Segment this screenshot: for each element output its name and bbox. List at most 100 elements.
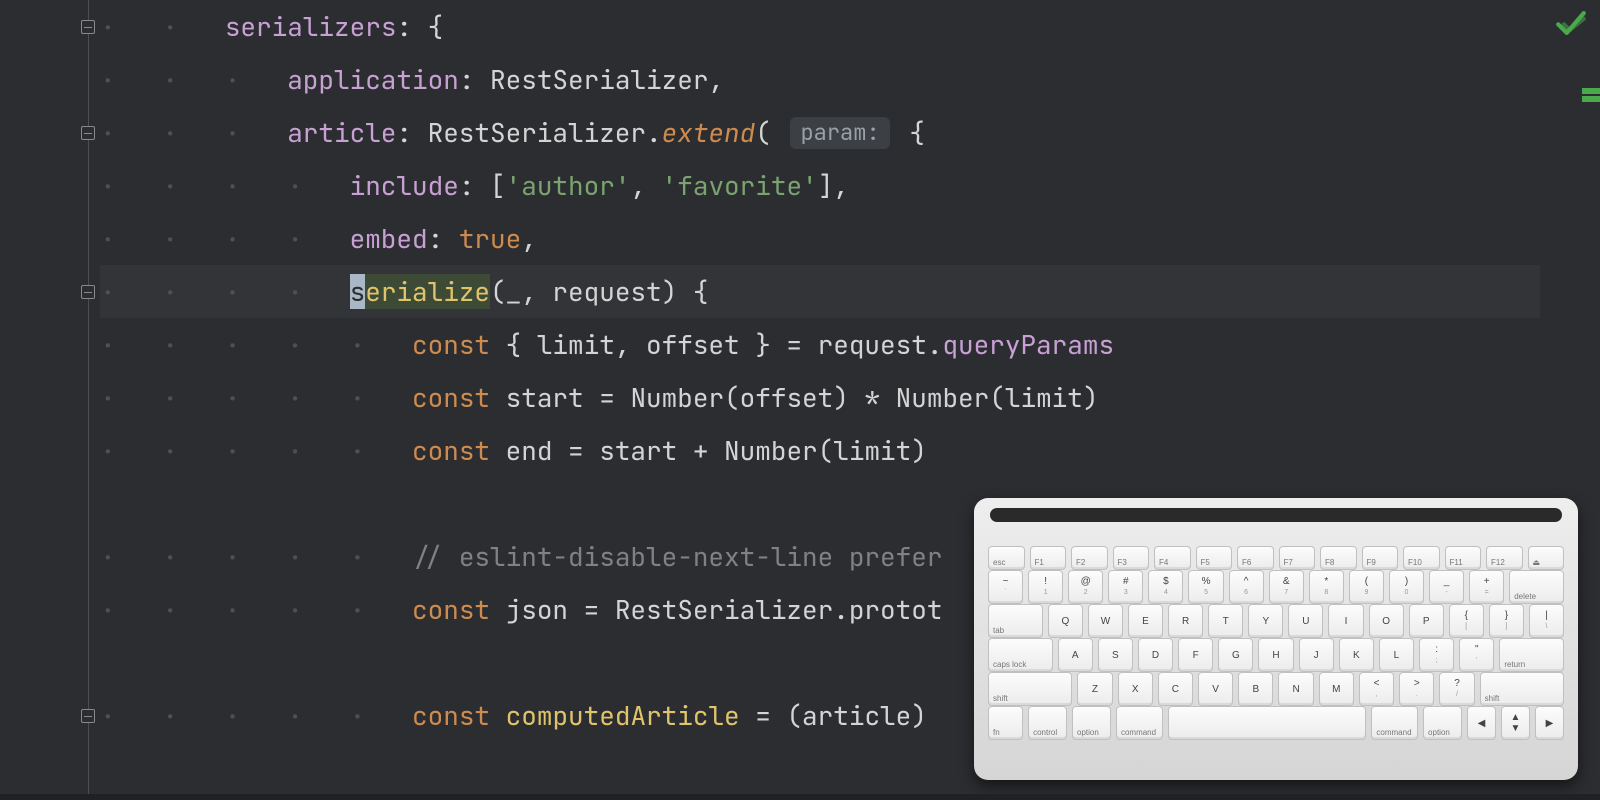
keyboard-key: option [1072, 706, 1111, 740]
indent-guide: · · · · · [100, 380, 412, 415]
keyboard-key: F9 [1362, 546, 1399, 570]
keyboard-key: option [1423, 706, 1462, 740]
keyboard-key: @2 [1068, 570, 1103, 604]
token: serializers [225, 9, 397, 44]
keyboard-key: I [1328, 604, 1363, 638]
keyboard-key: }] [1489, 604, 1524, 638]
token: = (article) [740, 698, 927, 733]
keyboard-key: ◀ [1467, 706, 1496, 740]
token: (limit) [818, 433, 927, 468]
keyboard-key: delete [1509, 570, 1564, 604]
token: end = start + [490, 433, 724, 468]
keyboard-key: ?/ [1439, 672, 1474, 706]
keyboard-key [1168, 706, 1367, 740]
token: (offset) * [724, 380, 896, 415]
keyboard-key: R [1168, 604, 1203, 638]
token: (limit) [989, 380, 1098, 415]
keyboard-row: shiftZXCVBNM<,>.?/shift [988, 672, 1564, 706]
code-line[interactable]: · · · · serialize(_, request) { [100, 265, 1540, 318]
code-line[interactable]: · · · · · const start = Number(offset) *… [100, 371, 1540, 424]
token: , [521, 221, 537, 256]
indent-guide: · · · · [100, 168, 350, 203]
keyboard-key: )0 [1389, 570, 1424, 604]
keyboard-key: >. [1399, 672, 1434, 706]
keyboard-row: ~`!1@2#3$4%5^6&7*8(9)0_-+=delete [988, 570, 1564, 604]
keyboard-key: A [1058, 638, 1093, 672]
keyboard-key: ^6 [1229, 570, 1264, 604]
keyboard-key: command [1371, 706, 1418, 740]
indent-guide: · · · [100, 62, 287, 97]
minimap-highlight[interactable] [1582, 88, 1600, 94]
keyboard-key: += [1469, 570, 1504, 604]
code-editor[interactable]: { "ide": { "theme": "dark", "inspection_… [0, 0, 1600, 800]
keyboard-key: ▲▼ [1501, 706, 1530, 740]
keyboard-row: caps lockASDFGHJKL:;"'return [988, 638, 1564, 672]
keyboard-key: G [1218, 638, 1253, 672]
token: embed [350, 221, 428, 256]
keyboard-key: caps lock [988, 638, 1053, 672]
token: true [459, 221, 521, 256]
token: . [646, 115, 662, 150]
minimap-highlight[interactable] [1582, 96, 1600, 102]
code-line[interactable]: · · · · include: ['author', 'favorite'], [100, 159, 1540, 212]
keyboard-key: ⏏ [1528, 546, 1565, 570]
token: queryParams [942, 327, 1114, 362]
fold-handle[interactable] [81, 126, 95, 140]
keyboard-key: F12 [1486, 546, 1523, 570]
indent-guide: · · · · [100, 221, 350, 256]
keyboard-key: "' [1459, 638, 1494, 672]
keyboard-key: shift [988, 672, 1072, 706]
keyboard-key: ▶ [1535, 706, 1564, 740]
keyboard-key: B [1238, 672, 1273, 706]
keyboard-key: :; [1419, 638, 1454, 672]
keyboard-key: F3 [1113, 546, 1150, 570]
token: Number [630, 380, 724, 415]
token: , [708, 62, 724, 97]
inline-parameter-hint: param: [790, 117, 889, 149]
indent-guide: · · · · [100, 274, 350, 309]
token: { [894, 115, 925, 150]
token: // eslint-disable-next-line prefer [412, 539, 942, 574]
keyboard-key: %5 [1188, 570, 1223, 604]
token: application [287, 62, 459, 97]
code-line[interactable]: · · · article: RestSerializer.extend( pa… [100, 106, 1540, 159]
keyboard-key: N [1278, 672, 1313, 706]
code-line[interactable]: · · · application: RestSerializer, [100, 53, 1540, 106]
token: 'author' [506, 168, 631, 203]
keyboard-key: J [1299, 638, 1334, 672]
bottom-shadow [0, 794, 1600, 800]
code-line[interactable]: · · · · · const end = start + Number(lim… [100, 424, 1540, 477]
keyboard-key: K [1339, 638, 1374, 672]
keyboard-key: <, [1359, 672, 1394, 706]
keyboard-key: |\ [1529, 604, 1564, 638]
token: : { [396, 9, 443, 44]
fold-handle[interactable] [81, 285, 95, 299]
fold-handle[interactable] [81, 20, 95, 34]
keyboard-key: fn [988, 706, 1023, 740]
token: : [396, 115, 427, 150]
indent-guide: · · · · · [100, 592, 412, 627]
code-line[interactable]: · · serializers: { [100, 0, 1540, 53]
keyboard-key: *8 [1309, 570, 1344, 604]
keyboard-key: D [1138, 638, 1173, 672]
keyboard-key: E [1128, 604, 1163, 638]
keyboard-key: tab [988, 604, 1043, 638]
keyboard-key: F1 [1030, 546, 1067, 570]
indent-guide: · · · · · [100, 698, 412, 733]
fold-handle[interactable] [81, 709, 95, 723]
keyboard-key: F [1178, 638, 1213, 672]
keyboard-key: S [1098, 638, 1133, 672]
keyboard-key: U [1288, 604, 1323, 638]
caret-selection: s [350, 274, 366, 309]
token: (_, request) { [490, 274, 708, 309]
keyboard-key: C [1158, 672, 1193, 706]
token: Number [896, 380, 990, 415]
token: : [428, 221, 459, 256]
keyboard-key: M [1319, 672, 1354, 706]
indent-guide: · · · · · [100, 539, 412, 574]
keyboard-key: F11 [1445, 546, 1482, 570]
code-line[interactable]: · · · · · const { limit, offset } = requ… [100, 318, 1540, 371]
code-line[interactable]: · · · · embed: true, [100, 212, 1540, 265]
token: 'favorite' [662, 168, 818, 203]
inspection-status-icon[interactable] [1554, 6, 1588, 40]
